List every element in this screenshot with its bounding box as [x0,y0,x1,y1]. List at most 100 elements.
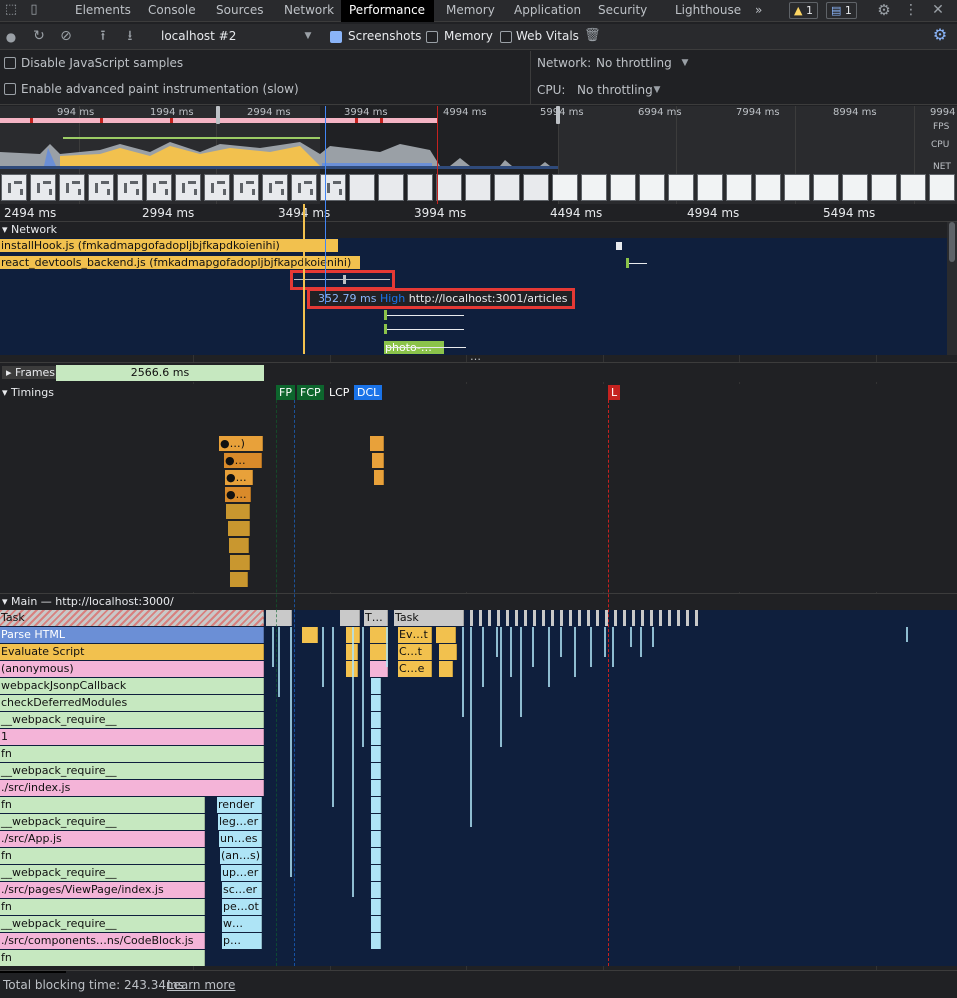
flame-block[interactable]: fn [0,899,205,915]
timing-marker-fcp[interactable]: FCP [297,385,324,400]
flame-block[interactable]: Evaluate Script [0,644,264,660]
download-icon[interactable]: ⭳ [121,26,139,46]
flame-block[interactable]: __webpack_require__ [0,763,264,779]
screenshot-thumbnail[interactable] [349,174,375,201]
screenshot-thumbnail[interactable] [175,174,201,201]
flame-block[interactable]: ./src/pages/ViewPage/index.js [0,882,205,898]
tab-application[interactable]: Application [506,0,589,22]
task-block[interactable] [659,610,662,626]
screenshot-thumbnail[interactable] [871,174,897,201]
flame-block[interactable] [439,661,453,677]
flame-block[interactable]: un…es [219,831,262,847]
main-track-header[interactable]: ▾ Main — http://localhost:3000/ [0,593,957,610]
memory-checkbox[interactable] [426,31,438,43]
timing-flame-block[interactable] [230,555,250,570]
task-block[interactable] [506,610,509,626]
task-block[interactable] [677,610,680,626]
screenshot-thumbnail[interactable] [436,174,462,201]
flame-block[interactable] [371,933,381,949]
screenshot-thumbnail[interactable] [262,174,288,201]
screenshot-thumbnail[interactable] [668,174,694,201]
flame-block[interactable] [371,916,381,932]
task-block[interactable] [632,610,635,626]
timing-flame-block[interactable] [370,436,384,451]
network-request-bar[interactable]: installHook.js (fmkadmapgofadopljbjfkapd… [0,239,338,252]
flame-block[interactable]: __webpack_require__ [0,814,205,830]
task-block[interactable] [340,610,360,626]
flame-block[interactable]: (anonymous) [0,661,264,677]
screenshot-thumbnail[interactable] [465,174,491,201]
screenshot-thumbnail[interactable] [88,174,114,201]
screenshot-thumbnail[interactable] [494,174,520,201]
flame-block[interactable]: __webpack_require__ [0,865,205,881]
flame-block[interactable] [371,746,381,762]
flame-block[interactable] [371,899,381,915]
flame-block[interactable]: C…t [398,644,432,660]
network-throttle-select[interactable]: No throttling [596,56,672,70]
network-track[interactable]: installHook.js (fmkadmapgofadopljbjfkapd… [0,238,947,355]
flame-block[interactable]: leg…er [218,814,262,830]
screenshot-thumbnail[interactable] [900,174,926,201]
screenshot-thumbnail[interactable] [697,174,723,201]
flame-block[interactable]: w… [222,916,262,932]
kebab-menu-icon[interactable]: ⋮ [903,0,919,20]
tab-lighthouse[interactable]: Lighthouse [667,0,749,22]
tab-elements[interactable]: Elements [67,0,139,22]
overview-handle-right[interactable] [556,106,560,124]
flame-block[interactable]: sc…er [222,882,262,898]
close-icon[interactable]: ✕ [927,0,949,20]
screenshot-thumbnail[interactable] [320,174,346,201]
tab-console[interactable]: Console [140,0,204,22]
timing-flame-block[interactable]: ●… [224,453,262,468]
flame-block[interactable]: fn [0,950,205,966]
tab-security[interactable]: Security [590,0,655,22]
task-block[interactable] [623,610,626,626]
timing-flame-block[interactable] [228,521,250,536]
task-block[interactable] [596,610,599,626]
task-block[interactable] [569,610,572,626]
task-block[interactable]: Task [394,610,464,626]
timing-flame-block[interactable] [374,470,384,485]
flame-block[interactable]: ./src/components…ns/CodeBlock.js [0,933,205,949]
capture-settings-gear-icon[interactable]: ⚙ [930,25,950,45]
screenshot-thumbnail[interactable] [610,174,636,201]
screenshot-thumbnail[interactable] [929,174,955,201]
flame-block[interactable] [302,627,318,643]
task-block[interactable] [686,610,689,626]
tab-network[interactable]: Network [276,0,342,22]
flame-block[interactable]: __webpack_require__ [0,916,205,932]
screenshot-thumbnail[interactable] [581,174,607,201]
flame-block[interactable] [371,780,381,796]
flame-block[interactable] [371,712,381,728]
screenshot-thumbnail[interactable] [1,174,27,201]
screenshot-thumbnail[interactable] [117,174,143,201]
task-block[interactable] [497,610,500,626]
flame-block[interactable] [371,797,381,813]
overview-handle-left[interactable] [216,106,220,124]
task-block[interactable] [542,610,545,626]
record-icon[interactable]: ● [3,27,19,47]
timing-flame-block[interactable] [229,538,249,553]
task-block[interactable] [515,610,518,626]
flame-block[interactable]: render [217,797,262,813]
flame-block[interactable] [371,695,381,711]
screenshot-thumbnail[interactable] [726,174,752,201]
timeline-overview[interactable]: 994 ms 1994 ms 2994 ms 3994 ms 4994 ms 5… [0,106,957,204]
flame-block[interactable] [371,763,381,779]
screenshot-thumbnail[interactable] [291,174,317,201]
flame-block[interactable]: Parse HTML [0,627,264,643]
screenshot-thumbnail[interactable] [407,174,433,201]
flame-block[interactable]: Ev…t [398,627,432,643]
flame-block[interactable]: fn [0,848,205,864]
screenshot-thumbnail[interactable] [552,174,578,201]
timing-flame-block[interactable]: ●… [225,487,251,502]
reload-icon[interactable]: ↻ [30,26,48,46]
web-vitals-checkbox[interactable] [500,31,512,43]
flame-block[interactable]: Task [0,610,264,626]
task-block[interactable] [533,610,536,626]
messages-badge[interactable]: ▤ 1 [826,2,857,19]
task-block[interactable] [551,610,554,626]
settings-gear-icon[interactable]: ⚙ [874,0,894,20]
timing-marker-lcp[interactable]: LCP [326,385,353,400]
flame-block[interactable]: up…er [221,865,262,881]
